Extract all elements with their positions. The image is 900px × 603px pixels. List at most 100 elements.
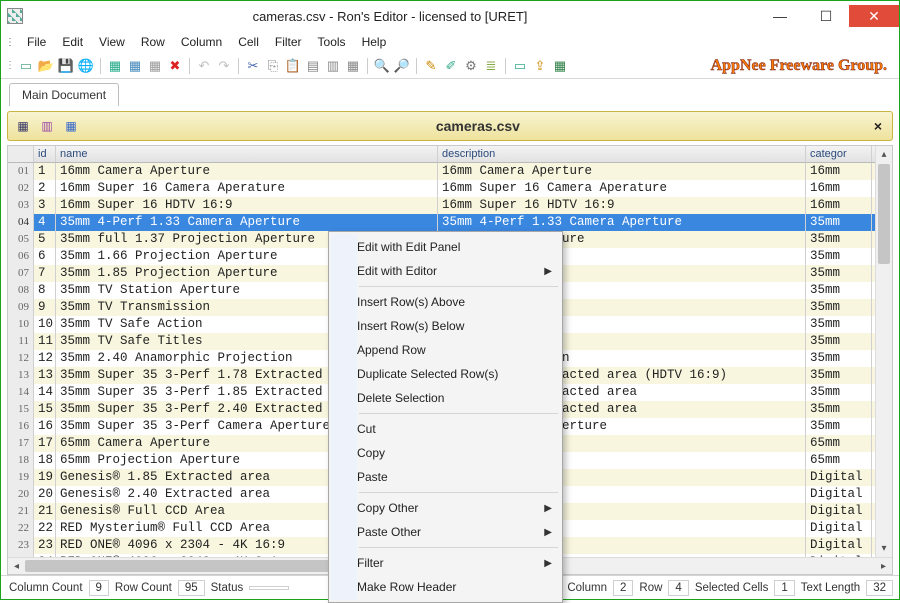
cell-id[interactable]: 9 (34, 299, 56, 316)
context-edit-with-editor[interactable]: ➪Edit with Editor▶ (331, 259, 560, 283)
context-insert-row-s-above[interactable]: ▤Insert Row(s) Above (331, 290, 560, 314)
cell-id[interactable]: 12 (34, 350, 56, 367)
cell-category[interactable]: 35mm (806, 316, 872, 333)
maximize-button[interactable]: ☐ (803, 5, 849, 27)
excel-icon[interactable]: ▦ (551, 57, 569, 75)
scroll-down-icon[interactable]: ▾ (876, 540, 892, 557)
cell-id[interactable]: 21 (34, 503, 56, 520)
doc-icon-1[interactable]: ▦ (14, 117, 32, 135)
undo-icon[interactable]: ↶ (195, 57, 213, 75)
context-copy-other[interactable]: Copy Other▶ (331, 496, 560, 520)
redo-icon[interactable]: ↷ (215, 57, 233, 75)
menu-cell[interactable]: Cell (230, 33, 267, 51)
document-close-button[interactable]: × (870, 118, 886, 134)
replace-icon[interactable]: 🔎 (393, 57, 411, 75)
new-icon[interactable]: ▭ (17, 57, 35, 75)
context-append-row[interactable]: ▧Append Row (331, 338, 560, 362)
header-name[interactable]: name (56, 146, 438, 162)
cell-category[interactable]: 35mm (806, 350, 872, 367)
export2-icon[interactable]: ⇪ (531, 57, 549, 75)
context-cut[interactable]: ✂Cut (331, 417, 560, 441)
table-row[interactable]: 02216mm Super 16 Camera Aperature16mm Su… (8, 180, 892, 197)
cell-id[interactable]: 16 (34, 418, 56, 435)
cell-description[interactable]: 16mm Camera Aperture (438, 163, 806, 180)
context-make-row-header[interactable]: ▦Make Row Header (331, 575, 560, 599)
find-icon[interactable]: 🔍 (373, 57, 391, 75)
cell-category[interactable]: 65mm (806, 435, 872, 452)
cell-id[interactable]: 17 (34, 435, 56, 452)
cell-id[interactable]: 1 (34, 163, 56, 180)
cell-category[interactable]: 35mm (806, 333, 872, 350)
cut-icon[interactable]: ✂ (244, 57, 262, 75)
copy-icon[interactable]: ⎘ (264, 57, 282, 75)
cell-category[interactable]: 16mm (806, 197, 872, 214)
context-filter[interactable]: ⌕Filter▶ (331, 551, 560, 575)
table-row[interactable]: 01116mm Camera Aperture16mm Camera Apert… (8, 163, 892, 180)
cell-description[interactable]: 16mm Super 16 Camera Aperature (438, 180, 806, 197)
doc-icon-2[interactable]: ▥ (38, 117, 56, 135)
cfg-icon[interactable]: ⚙ (462, 57, 480, 75)
menu-tools[interactable]: Tools (310, 33, 354, 51)
cell-id[interactable]: 11 (34, 333, 56, 350)
cell-category[interactable]: 35mm (806, 401, 872, 418)
export1-icon[interactable]: ▭ (511, 57, 529, 75)
grid1-icon[interactable]: ▦ (106, 57, 124, 75)
cell-id[interactable]: 14 (34, 384, 56, 401)
cell-category[interactable]: 35mm (806, 384, 872, 401)
cell-id[interactable]: 20 (34, 486, 56, 503)
cell-category[interactable]: 65mm (806, 452, 872, 469)
page3-icon[interactable]: ▦ (344, 57, 362, 75)
cell-category[interactable]: Digital (806, 537, 872, 554)
cell-id[interactable]: 22 (34, 520, 56, 537)
table-row[interactable]: 04435mm 4-Perf 1.33 Camera Aperture35mm … (8, 214, 892, 231)
cell-category[interactable]: Digital (806, 469, 872, 486)
paste-icon[interactable]: 📋 (284, 57, 302, 75)
context-copy[interactable]: ⎘Copy (331, 441, 560, 465)
context-paste[interactable]: 📋Paste (331, 465, 560, 489)
cell-id[interactable]: 10 (34, 316, 56, 333)
cell-category[interactable]: 35mm (806, 248, 872, 265)
cell-category[interactable]: Digital (806, 554, 872, 557)
vertical-scrollbar[interactable]: ▴ ▾ (875, 146, 892, 557)
scroll-right-icon[interactable]: ▸ (875, 558, 892, 574)
cell-category[interactable]: 35mm (806, 265, 872, 282)
header-id[interactable]: id (34, 146, 56, 162)
cell-id[interactable]: 7 (34, 265, 56, 282)
cell-category[interactable]: 35mm (806, 367, 872, 384)
grid2-icon[interactable]: ▦ (126, 57, 144, 75)
cell-category[interactable]: 35mm (806, 214, 872, 231)
save-icon[interactable]: 💾 (57, 57, 75, 75)
delete-icon[interactable]: ✖ (166, 57, 184, 75)
context-delete-selection[interactable]: ✖Delete Selection (331, 386, 560, 410)
cell-id[interactable]: 19 (34, 469, 56, 486)
scroll-left-icon[interactable]: ◂ (8, 558, 25, 574)
page1-icon[interactable]: ▤ (304, 57, 322, 75)
cell-name[interactable]: 16mm Super 16 Camera Aperature (56, 180, 438, 197)
tab-main-document[interactable]: Main Document (9, 83, 119, 106)
open-icon[interactable]: 📂 (37, 57, 55, 75)
cell-name[interactable]: 16mm Camera Aperture (56, 163, 438, 180)
cell-category[interactable]: Digital (806, 503, 872, 520)
cell-category[interactable]: 16mm (806, 163, 872, 180)
edit1-icon[interactable]: ✎ (422, 57, 440, 75)
cell-id[interactable]: 3 (34, 197, 56, 214)
menu-view[interactable]: View (91, 33, 133, 51)
menu-help[interactable]: Help (354, 33, 395, 51)
db-icon[interactable]: ≣ (482, 57, 500, 75)
cell-name[interactable]: 35mm 4-Perf 1.33 Camera Aperture (56, 214, 438, 231)
minimize-button[interactable]: — (757, 5, 803, 27)
context-paste-other[interactable]: Paste Other▶ (331, 520, 560, 544)
context-insert-row-s-below[interactable]: ▥Insert Row(s) Below (331, 314, 560, 338)
cell-category[interactable]: 35mm (806, 282, 872, 299)
table-row[interactable]: 03316mm Super 16 HDTV 16:916mm Super 16 … (8, 197, 892, 214)
header-description[interactable]: description (438, 146, 806, 162)
cell-category[interactable]: 35mm (806, 418, 872, 435)
cell-id[interactable]: 24 (34, 554, 56, 557)
header-rownum[interactable] (8, 146, 34, 162)
context-duplicate-selected-row-s-[interactable]: ⧉Duplicate Selected Row(s) (331, 362, 560, 386)
menu-row[interactable]: Row (133, 33, 173, 51)
cell-id[interactable]: 23 (34, 537, 56, 554)
globe-icon[interactable]: 🌐 (77, 57, 95, 75)
cell-id[interactable]: 13 (34, 367, 56, 384)
cell-id[interactable]: 15 (34, 401, 56, 418)
